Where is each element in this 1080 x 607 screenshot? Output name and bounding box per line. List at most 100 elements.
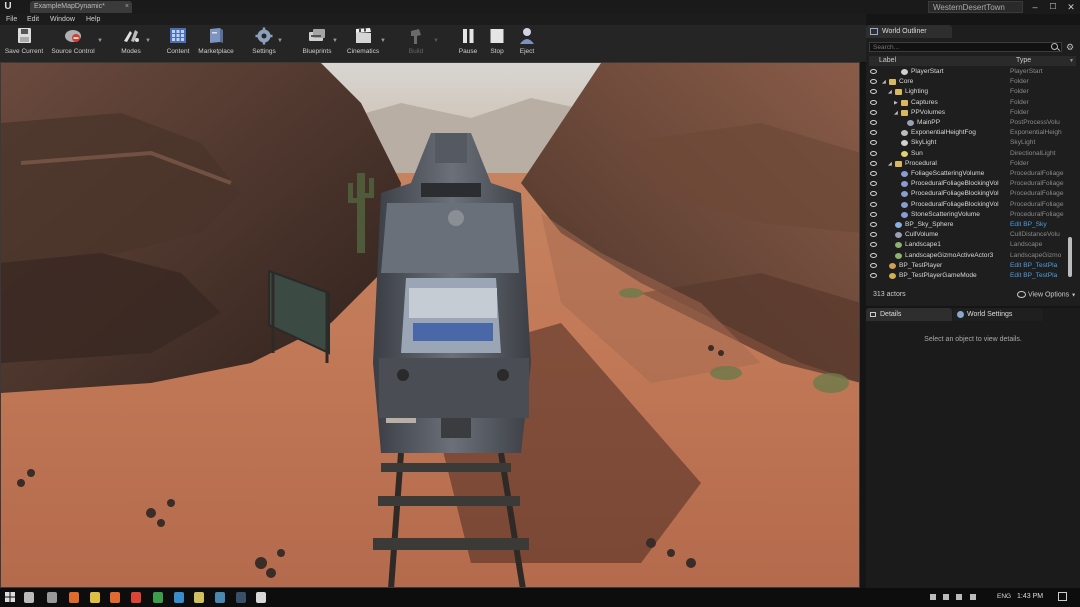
- visibility-eye-icon[interactable]: [870, 171, 877, 176]
- marketplace-button[interactable]: Marketplace: [195, 27, 237, 60]
- minimize-button[interactable]: –: [1026, 0, 1044, 14]
- visibility-eye-icon[interactable]: [870, 262, 877, 268]
- outliner-row[interactable]: BP_TestPlayerGameMode Edit BP_TestPla: [869, 271, 1070, 281]
- build-button[interactable]: Build: [401, 27, 431, 60]
- tab-details[interactable]: Details: [866, 308, 952, 321]
- search-icon[interactable]: [24, 592, 34, 603]
- chevron-down-icon[interactable]: ▼: [433, 38, 439, 44]
- notification-icon[interactable]: [1058, 592, 1067, 601]
- firefox-icon[interactable]: [110, 592, 120, 603]
- chevron-down-icon[interactable]: ▼: [380, 38, 386, 44]
- telegram-icon[interactable]: [174, 592, 184, 603]
- visibility-eye-icon[interactable]: [870, 211, 877, 217]
- outliner-row[interactable]: ◢ Lighting Folder: [869, 87, 1070, 97]
- taskbar-clock[interactable]: 1:43 PM: [1017, 593, 1043, 600]
- close-window-button[interactable]: ✕: [1062, 0, 1080, 14]
- outliner-row[interactable]: ◢ Core Folder: [869, 77, 1070, 87]
- visibility-eye-icon[interactable]: [870, 232, 877, 238]
- chevron-down-icon[interactable]: ▼: [145, 38, 151, 44]
- chevron-down-icon[interactable]: ▼: [332, 38, 338, 44]
- system-tray[interactable]: [930, 593, 990, 602]
- outliner-row[interactable]: CullVolume CullDistanceVolu: [869, 230, 1070, 240]
- unreal-engine-icon[interactable]: [256, 592, 266, 603]
- task-view-icon[interactable]: [47, 592, 57, 603]
- chrome-icon[interactable]: [131, 592, 141, 603]
- save-current-button[interactable]: Save Current: [3, 27, 45, 60]
- tab-world-settings[interactable]: World Settings: [953, 308, 1043, 321]
- tray-icon[interactable]: [930, 594, 936, 600]
- outliner-row[interactable]: LandscapeGizmoActiveActor3 LandscapeGizmo: [869, 251, 1070, 261]
- cinematics-button[interactable]: Cinematics: [344, 27, 382, 60]
- outliner-row[interactable]: ProceduralFoliageBlockingVol ProceduralFo…: [869, 200, 1070, 210]
- visibility-eye-icon[interactable]: [870, 201, 877, 207]
- visibility-eye-icon[interactable]: [870, 69, 877, 74]
- level-tab[interactable]: ExampleMapDynamic* ×: [30, 1, 132, 13]
- outliner-row[interactable]: Sun DirectionalLight: [869, 149, 1070, 159]
- expand-arrow-icon[interactable]: ◢: [882, 77, 886, 87]
- visibility-eye-icon[interactable]: [870, 120, 877, 125]
- visibility-eye-icon[interactable]: [870, 79, 877, 85]
- content-button[interactable]: Content: [163, 27, 193, 60]
- outliner-row[interactable]: BP_TestPlayer Edit BP_TestPla: [869, 261, 1070, 271]
- edit-blueprint-link[interactable]: Edit BP_TestPla: [1010, 271, 1070, 281]
- edit-blueprint-link[interactable]: Edit BP_Sky: [1010, 220, 1070, 230]
- outliner-row[interactable]: PlayerStart PlayerStart: [869, 67, 1070, 77]
- outliner-search-input[interactable]: [869, 42, 1062, 52]
- outliner-row[interactable]: Landscape1 Landscape: [869, 240, 1070, 250]
- outliner-row[interactable]: ExponentialHeightFog ExponentialHeigh: [869, 128, 1070, 138]
- edit-blueprint-link[interactable]: Edit BP_TestPla: [1010, 261, 1070, 271]
- outliner-row[interactable]: FoliageScatteringVolume ProceduralFoliage: [869, 169, 1070, 179]
- input-language[interactable]: ENG: [997, 593, 1011, 600]
- blueprints-button[interactable]: Blueprints: [298, 27, 336, 60]
- visibility-eye-icon[interactable]: [870, 191, 877, 197]
- expand-arrow-icon[interactable]: ◢: [888, 87, 892, 97]
- visibility-eye-icon[interactable]: [870, 273, 877, 278]
- outliner-row[interactable]: ProceduralFoliageBlockingVol ProceduralFo…: [869, 189, 1070, 199]
- level-viewport[interactable]: [0, 62, 860, 588]
- tab-world-outliner[interactable]: World Outliner: [866, 25, 952, 38]
- outliner-row[interactable]: ProceduralFoliageBlockingVol ProceduralFo…: [869, 179, 1070, 189]
- battery-icon[interactable]: [969, 594, 976, 600]
- outliner-row[interactable]: BP_Sky_Sphere Edit BP_Sky: [869, 220, 1070, 230]
- visibility-eye-icon[interactable]: [870, 130, 877, 136]
- chevron-down-icon[interactable]: ▼: [1069, 56, 1074, 66]
- visibility-eye-icon[interactable]: [870, 140, 877, 146]
- view-options-button[interactable]: View Options ▼: [1017, 291, 1076, 298]
- gear-icon[interactable]: ⚙: [1064, 41, 1076, 53]
- visibility-eye-icon[interactable]: [870, 181, 877, 187]
- visibility-eye-icon[interactable]: [870, 222, 877, 227]
- unreal-icon[interactable]: [69, 592, 79, 603]
- visibility-eye-icon[interactable]: [870, 252, 877, 258]
- outliner-row[interactable]: ▶ Captures Folder: [869, 98, 1070, 108]
- eject-button[interactable]: Eject: [513, 27, 541, 60]
- column-label-header[interactable]: Label: [879, 56, 896, 66]
- app-icon[interactable]: [194, 592, 204, 603]
- collapse-arrow-icon[interactable]: ▶: [894, 98, 898, 108]
- outliner-row[interactable]: MainPP PostProcessVolu: [869, 118, 1070, 128]
- menu-file[interactable]: File: [6, 14, 17, 25]
- visibility-eye-icon[interactable]: [870, 150, 877, 156]
- visibility-eye-icon[interactable]: [870, 109, 877, 115]
- outliner-row[interactable]: StoneScatteringVolume ProceduralFoliage: [869, 210, 1070, 220]
- app-icon[interactable]: [215, 592, 225, 603]
- visibility-eye-icon[interactable]: [870, 242, 877, 248]
- menu-help[interactable]: Help: [86, 14, 100, 25]
- visibility-eye-icon[interactable]: [870, 99, 877, 105]
- stop-button[interactable]: Stop: [484, 27, 510, 60]
- outliner-row[interactable]: ◢ Procedural Folder: [869, 159, 1070, 169]
- expand-arrow-icon[interactable]: ◢: [888, 159, 892, 169]
- menu-edit[interactable]: Edit: [27, 14, 39, 25]
- steam-icon[interactable]: [236, 592, 246, 603]
- pause-button[interactable]: Pause: [454, 27, 482, 60]
- chevron-down-icon[interactable]: ▼: [277, 38, 283, 44]
- file-explorer-icon[interactable]: [90, 592, 100, 603]
- whatsapp-icon[interactable]: [153, 592, 163, 603]
- column-type-header[interactable]: Type: [1016, 56, 1031, 66]
- source-control-button[interactable]: Source Control: [48, 27, 98, 60]
- windows-start-icon[interactable]: [5, 592, 15, 602]
- menu-window[interactable]: Window: [50, 14, 75, 25]
- volume-icon[interactable]: [956, 594, 963, 600]
- visibility-eye-icon[interactable]: [870, 160, 877, 166]
- visibility-eye-icon[interactable]: [870, 89, 877, 95]
- maximize-button[interactable]: ☐: [1044, 0, 1062, 14]
